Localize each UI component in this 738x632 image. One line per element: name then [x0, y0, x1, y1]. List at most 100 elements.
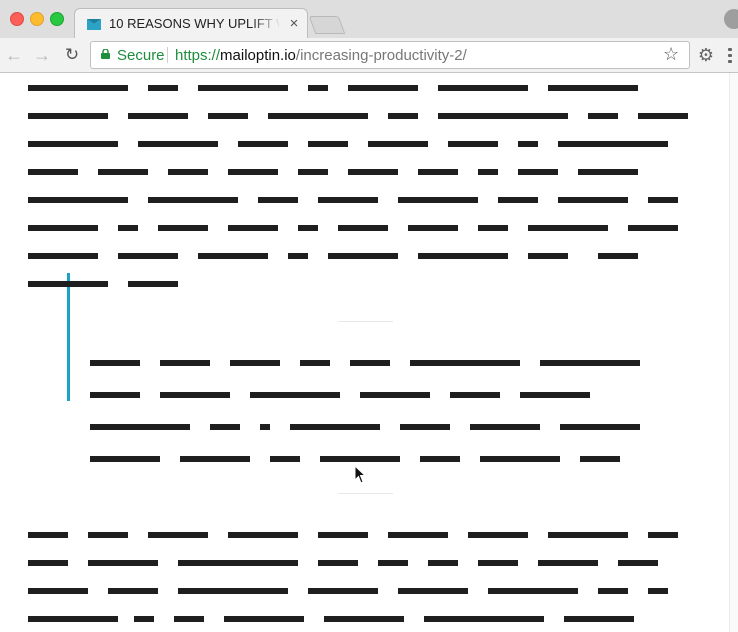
menu-icon[interactable]: [728, 48, 732, 64]
redacted-text: [628, 225, 678, 231]
redacted-text: [520, 392, 590, 398]
redacted-text: [478, 560, 518, 566]
extension-gear-icon[interactable]: ⚙: [696, 45, 716, 65]
redacted-text: [400, 424, 450, 430]
redacted-text: [618, 560, 658, 566]
tab-title-fade: [251, 13, 281, 35]
redacted-text: [90, 456, 160, 462]
redacted-text: [298, 169, 328, 175]
redacted-text: [228, 225, 278, 231]
toolbar: ← → ↻ Secure https://mailoptin.io/increa…: [0, 38, 738, 72]
redacted-text: [318, 560, 358, 566]
redacted-text: [178, 560, 298, 566]
redacted-text: [378, 560, 408, 566]
redacted-text: [28, 253, 98, 259]
redacted-text: [148, 532, 208, 538]
redacted-text: [468, 532, 528, 538]
redacted-text: [28, 588, 88, 594]
mailoptin-logo-icon: [87, 19, 101, 30]
url-scheme: https://: [175, 47, 221, 64]
tab-active[interactable]: 10 REASONS WHY UPLIFT W ×: [74, 8, 308, 39]
redacted-text: [308, 141, 348, 147]
redacted-text: [478, 225, 508, 231]
address-separator: [167, 47, 168, 63]
forward-arrow-icon[interactable]: →: [32, 45, 52, 65]
scrollbar[interactable]: [729, 73, 738, 632]
redacted-text: [108, 588, 158, 594]
new-tab-button[interactable]: [308, 16, 346, 34]
redacted-text: [318, 532, 368, 538]
redacted-text: [448, 141, 498, 147]
maximize-window-button[interactable]: [50, 12, 64, 26]
close-window-button[interactable]: [10, 12, 24, 26]
redacted-text: [268, 113, 368, 119]
redacted-text: [258, 197, 298, 203]
redacted-text: [28, 616, 118, 622]
redacted-text: [208, 113, 248, 119]
redacted-text: [598, 588, 628, 594]
redacted-text: [228, 169, 278, 175]
redacted-text: [178, 588, 288, 594]
tab-close-icon[interactable]: ×: [285, 15, 303, 33]
url-text[interactable]: https://mailoptin.io/increasing-producti…: [175, 47, 467, 64]
redacted-text: [548, 85, 638, 91]
tab-strip: 10 REASONS WHY UPLIFT W ×: [0, 0, 738, 39]
redacted-text: [118, 225, 138, 231]
redacted-text: [198, 253, 268, 259]
redacted-text: [308, 85, 328, 91]
redacted-text: [88, 532, 128, 538]
redacted-text: [138, 141, 218, 147]
redacted-text: [288, 253, 308, 259]
redacted-text: [410, 360, 520, 366]
redacted-text: [580, 456, 620, 462]
redacted-text: [408, 225, 458, 231]
redacted-text: [28, 113, 108, 119]
redacted-text: [478, 169, 498, 175]
redacted-text: [228, 532, 298, 538]
redacted-text: [350, 360, 390, 366]
redacted-text: [588, 113, 618, 119]
browser-chrome: 10 REASONS WHY UPLIFT W × ← → ↻ Secure h…: [0, 0, 738, 73]
redacted-text: [564, 616, 634, 622]
redacted-text: [160, 360, 210, 366]
address-bar[interactable]: Secure https://mailoptin.io/increasing-p…: [90, 41, 690, 69]
bookmark-star-icon[interactable]: ☆: [663, 44, 679, 65]
redacted-text: [538, 560, 598, 566]
redacted-text: [28, 225, 98, 231]
redacted-text: [558, 141, 668, 147]
redacted-text: [238, 141, 288, 147]
redacted-text: [158, 225, 208, 231]
redacted-text: [398, 588, 468, 594]
redacted-text: [648, 588, 668, 594]
url-path: /increasing-productivity-2/: [295, 47, 467, 64]
redacted-text: [418, 253, 508, 259]
redacted-text: [638, 113, 688, 119]
redacted-text: [528, 253, 568, 259]
redacted-text: [28, 532, 68, 538]
redacted-text: [528, 225, 608, 231]
redacted-text: [360, 392, 430, 398]
reload-icon[interactable]: ↻: [62, 45, 82, 65]
redacted-text: [558, 197, 628, 203]
redacted-text: [488, 588, 578, 594]
minimize-window-button[interactable]: [30, 12, 44, 26]
redacted-text: [598, 253, 638, 259]
blockquote-bottom-rule: [338, 493, 393, 494]
redacted-text: [560, 424, 640, 430]
lock-icon: [101, 49, 110, 59]
back-arrow-icon[interactable]: ←: [4, 45, 24, 65]
redacted-text: [180, 456, 250, 462]
redacted-text: [128, 113, 188, 119]
redacted-text: [290, 424, 380, 430]
redacted-text: [118, 253, 178, 259]
redacted-text: [540, 360, 640, 366]
profile-avatar-icon[interactable]: [724, 9, 738, 29]
redacted-text: [368, 141, 428, 147]
redacted-text: [388, 532, 448, 538]
redacted-text: [148, 197, 238, 203]
redacted-text: [518, 169, 558, 175]
redacted-text: [578, 169, 638, 175]
redacted-text: [298, 225, 318, 231]
redacted-text: [324, 616, 404, 622]
redacted-text: [88, 560, 158, 566]
